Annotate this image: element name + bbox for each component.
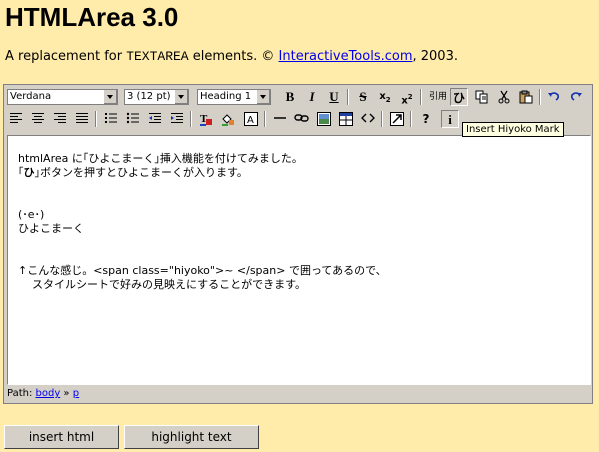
font-size-value: 3 (12 pt) (127, 91, 171, 102)
subtitle-middle: elements. © (188, 49, 279, 64)
subscript-mark: 2 (385, 96, 391, 104)
path-statusbar: Path: body » p (4, 385, 592, 403)
undo-icon[interactable] (545, 88, 563, 106)
about-button[interactable]: i (441, 110, 459, 128)
interactivetools-link[interactable]: InteractiveTools.com (279, 49, 413, 64)
indent-icon[interactable] (168, 110, 186, 128)
html-source-icon[interactable] (359, 110, 377, 128)
toolbar-separator (539, 89, 541, 105)
format-block-value: Heading 1 (200, 91, 252, 102)
align-left-icon[interactable] (7, 110, 25, 128)
toolbar-separator (95, 111, 97, 127)
chevron-down-icon (174, 90, 188, 104)
align-center-icon[interactable] (29, 110, 47, 128)
link-icon[interactable] (293, 110, 311, 128)
content-text: ｣ボタンを押すとひよこまーくが入ります。 (34, 166, 248, 179)
superscript-button[interactable]: x2 (398, 88, 416, 106)
toolbar-separator (410, 111, 412, 127)
font-name-value: Verdana (10, 91, 52, 102)
maximize-icon[interactable] (388, 110, 406, 128)
toolbar-separator (420, 89, 422, 105)
redo-icon[interactable] (567, 88, 585, 106)
source-box-icon[interactable]: A (242, 110, 260, 128)
outdent-icon[interactable] (146, 110, 164, 128)
toolbar-separator (264, 111, 266, 127)
font-name-select[interactable]: Verdana (7, 89, 118, 105)
text-color-icon[interactable]: T (197, 110, 215, 128)
content-line: ｢ひ｣ボタンを押すとひよこまーくが入ります。 (18, 166, 580, 180)
chevron-down-icon (103, 90, 117, 104)
strikethrough-button[interactable]: S (354, 88, 372, 106)
underline-button[interactable]: U (325, 88, 343, 106)
format-block-select[interactable]: Heading 1 (197, 89, 271, 105)
superscript-mark: 2 (407, 93, 413, 101)
justify-icon[interactable] (73, 110, 91, 128)
hiyoko-face: (･e･) (18, 208, 45, 221)
chevron-down-icon (256, 90, 270, 104)
subtitle-prefix: A replacement for (5, 49, 127, 64)
align-right-icon[interactable] (51, 110, 69, 128)
toolbar-separator (190, 111, 192, 127)
help-button[interactable]: ? (417, 110, 435, 128)
editor-content[interactable]: htmlArea に｢ひよこまーく｣挿入機能を付けてみました。 ｢ひ｣ボタンを押… (7, 135, 591, 385)
toolbar-row-1: Verdana 3 (12 pt) Heading 1 B I U S x2 x… (4, 86, 592, 108)
path-crumb-body[interactable]: body (36, 388, 61, 399)
subtitle-suffix: , 2003. (412, 49, 458, 64)
highlight-text-button[interactable]: highlight text (124, 425, 259, 449)
content-line: ↑こんな感じ。<span class="hiyoko">~ </span> で囲… (18, 264, 387, 277)
horizontal-rule-icon[interactable] (271, 110, 289, 128)
quote-button[interactable]: 引用 (427, 88, 449, 106)
toolbar-separator (381, 111, 383, 127)
unordered-list-icon[interactable] (124, 110, 142, 128)
path-crumb-p[interactable]: p (73, 388, 79, 399)
hiyoko-tooltip: Insert Hiyoko Mark (462, 122, 564, 137)
subtitle-code: TEXTAREA (126, 49, 189, 64)
ordered-list-icon[interactable] (102, 110, 120, 128)
image-icon[interactable] (315, 110, 333, 128)
subscript-button[interactable]: x2 (376, 88, 394, 106)
path-separator: » (60, 388, 73, 399)
toolbar-separator (347, 89, 349, 105)
hiyoko-caption: ひよこまーく (18, 222, 84, 235)
page-title: HTMLArea 3.0 (5, 2, 179, 32)
cut-icon[interactable] (495, 88, 513, 106)
background-color-icon[interactable] (219, 110, 237, 128)
content-line: htmlArea に｢ひよこまーく｣挿入機能を付けてみました。 (18, 152, 303, 165)
table-icon[interactable] (337, 110, 355, 128)
italic-button[interactable]: I (303, 88, 321, 106)
bold-button[interactable]: B (281, 88, 299, 106)
content-line: スタイルシートで好みの見映えにすることができます。 (32, 278, 307, 291)
copy-icon[interactable] (473, 88, 491, 106)
font-size-select[interactable]: 3 (12 pt) (124, 89, 189, 105)
insert-html-button[interactable]: insert html (4, 425, 119, 449)
hiyoko-bold-text: ひ (23, 166, 35, 179)
path-label: Path: (7, 388, 36, 399)
subtitle: A replacement for TEXTAREA elements. © I… (5, 49, 458, 65)
insert-hiyoko-button[interactable]: ひ (450, 88, 468, 106)
paste-icon[interactable] (517, 88, 535, 106)
svg-text:A: A (247, 115, 254, 126)
